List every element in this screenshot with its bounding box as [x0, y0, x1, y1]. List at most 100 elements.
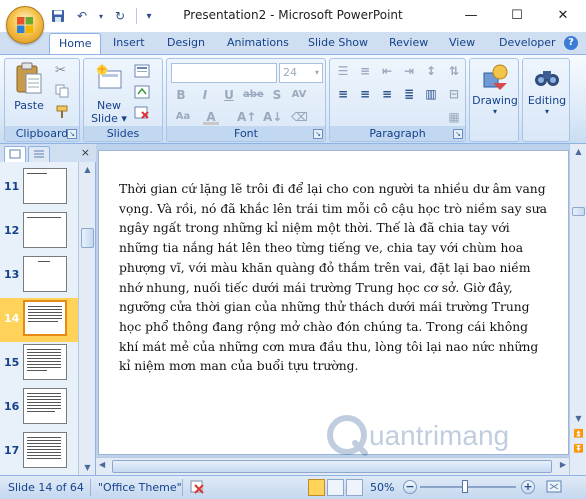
drawing-button[interactable]: Drawing ▾	[472, 63, 518, 116]
slide-thumbnail[interactable]	[23, 388, 67, 424]
close-button[interactable]: ✕	[540, 0, 586, 30]
slide-number: 14	[4, 312, 20, 325]
theme-name[interactable]: "Office Theme"	[98, 481, 182, 494]
align-center-icon[interactable]: ≡	[357, 86, 373, 102]
justify-icon[interactable]: ≣	[401, 86, 417, 102]
char-spacing-button[interactable]: AV	[289, 87, 309, 103]
tab-slide-show[interactable]: Slide Show	[308, 36, 368, 49]
delete-slide-icon[interactable]	[134, 106, 150, 122]
scrollbar-thumb[interactable]	[81, 228, 94, 248]
font-color-button[interactable]: A	[203, 109, 219, 125]
thumbnail-row[interactable]: 15	[0, 342, 78, 386]
clipboard-launcher-icon[interactable]: ↘	[67, 129, 77, 139]
tab-design[interactable]: Design	[167, 36, 205, 49]
previous-slide-icon[interactable]: ⏫	[572, 427, 585, 440]
slide-thumbnail[interactable]	[23, 300, 67, 336]
spelling-check-icon[interactable]	[189, 479, 207, 498]
scroll-down-icon[interactable]: ▼	[81, 461, 94, 474]
pane-close-icon[interactable]: ×	[81, 146, 90, 159]
font-group: 24 ▾ B I U abe S AV Aa A A↑ A↓ ⌫ Font ↘	[166, 58, 326, 142]
bold-button[interactable]: B	[173, 87, 189, 103]
tab-insert[interactable]: Insert	[113, 36, 145, 49]
align-right-icon[interactable]: ≡	[379, 86, 395, 102]
cut-icon[interactable]: ✂	[55, 63, 71, 79]
office-button[interactable]	[6, 6, 44, 44]
tab-view[interactable]: View	[449, 36, 475, 49]
slide-body-text[interactable]: Thời gian cứ lặng lẽ trôi đi để lại cho …	[119, 180, 551, 377]
smartart-icon[interactable]: ▦	[446, 109, 462, 125]
thumbnail-row[interactable]: 11	[0, 166, 78, 210]
increase-indent-icon[interactable]: ⇥	[401, 63, 417, 79]
scroll-right-icon[interactable]: ▶	[560, 460, 566, 469]
slide-thumbnail[interactable]	[23, 344, 67, 380]
ribbon-tabs: Home Insert Design Animations Slide Show…	[0, 32, 586, 55]
tab-review[interactable]: Review	[389, 36, 428, 49]
tab-home[interactable]: Home	[49, 33, 102, 55]
slides-tab[interactable]	[4, 146, 26, 162]
underline-button[interactable]: U	[221, 87, 237, 103]
thumbnail-row[interactable]: 13	[0, 254, 78, 298]
grow-font-icon[interactable]: A↑	[237, 109, 256, 125]
slide-thumbnail[interactable]	[23, 256, 67, 292]
outline-tab[interactable]	[28, 146, 50, 162]
thumbnails-scrollbar[interactable]: ▲ ▼	[78, 162, 95, 475]
columns-icon[interactable]: ▥	[423, 86, 439, 102]
paragraph-launcher-icon[interactable]: ↘	[453, 129, 463, 139]
decrease-indent-icon[interactable]: ⇤	[379, 63, 395, 79]
change-case-button[interactable]: Aa	[173, 109, 193, 125]
slide-number: 16	[4, 400, 20, 413]
strikethrough-button[interactable]: abe	[243, 87, 264, 103]
font-size-combo[interactable]: 24 ▾	[279, 63, 323, 83]
thumbnail-row[interactable]: 12	[0, 210, 78, 254]
scroll-up-icon[interactable]: ▲	[572, 145, 585, 158]
next-slide-icon[interactable]: ⏬	[572, 442, 585, 455]
normal-view-button[interactable]	[308, 479, 325, 496]
text-direction-icon[interactable]: ⇅	[446, 63, 462, 79]
slide-thumbnail[interactable]	[23, 212, 67, 248]
copy-icon[interactable]	[55, 84, 71, 100]
align-left-icon[interactable]: ≡	[335, 86, 351, 102]
tab-animations[interactable]: Animations	[227, 36, 289, 49]
slide-sorter-view-button[interactable]	[327, 479, 344, 496]
scrollbar-thumb[interactable]	[572, 207, 585, 216]
editing-button[interactable]: Editing ▾	[524, 63, 570, 116]
zoom-out-button[interactable]: −	[403, 480, 417, 494]
shadow-button[interactable]: S	[269, 87, 285, 103]
slide-thumbnail[interactable]	[23, 168, 67, 204]
paste-button[interactable]: Paste	[9, 62, 49, 112]
scroll-left-icon[interactable]: ◀	[99, 460, 105, 469]
horizontal-scrollbar-thumb[interactable]	[112, 460, 552, 473]
zoom-in-button[interactable]: +	[521, 480, 535, 494]
shrink-font-icon[interactable]: A↓	[263, 109, 282, 125]
format-painter-icon[interactable]	[55, 105, 71, 121]
thumbnail-row[interactable]: 16	[0, 386, 78, 430]
thumbnail-row-selected[interactable]: 14	[0, 298, 78, 342]
numbering-icon[interactable]: ≡	[357, 63, 373, 79]
layout-icon[interactable]	[134, 64, 150, 80]
font-name-combo[interactable]	[171, 63, 277, 83]
tab-developer[interactable]: Developer	[499, 36, 556, 49]
italic-button[interactable]: I	[197, 87, 213, 103]
bullets-icon[interactable]: ☰	[335, 63, 351, 79]
align-text-icon[interactable]: ⊟	[446, 86, 462, 102]
font-launcher-icon[interactable]: ↘	[313, 129, 323, 139]
clear-formatting-icon[interactable]: ⌫	[291, 109, 308, 125]
thumbnail-row[interactable]: 17	[0, 430, 78, 474]
zoom-level[interactable]: 50%	[370, 481, 394, 494]
scroll-down-icon[interactable]: ▼	[572, 412, 585, 425]
line-spacing-icon[interactable]: ↕	[423, 63, 439, 79]
reset-slide-icon[interactable]	[134, 85, 150, 101]
minimize-button[interactable]: —	[448, 0, 494, 30]
slide-canvas[interactable]: Thời gian cứ lặng lẽ trôi đi để lại cho …	[98, 150, 569, 456]
help-icon[interactable]: ?	[564, 36, 578, 50]
fit-to-window-icon[interactable]	[545, 479, 563, 498]
scroll-up-icon[interactable]: ▲	[81, 163, 94, 176]
new-slide-button[interactable]: New Slide ▾	[89, 62, 129, 125]
zoom-slider-knob[interactable]	[462, 480, 469, 493]
slide-thumbnail[interactable]	[23, 432, 67, 468]
slide-number: 15	[4, 356, 20, 369]
slideshow-view-button[interactable]	[346, 479, 363, 496]
slide-horizontal-scrollbar[interactable]: ◀ ▶	[96, 457, 569, 475]
maximize-button[interactable]: ☐	[494, 0, 540, 30]
slide-vertical-scrollbar[interactable]: ▲ ▼ ⏫ ⏬	[569, 144, 586, 475]
